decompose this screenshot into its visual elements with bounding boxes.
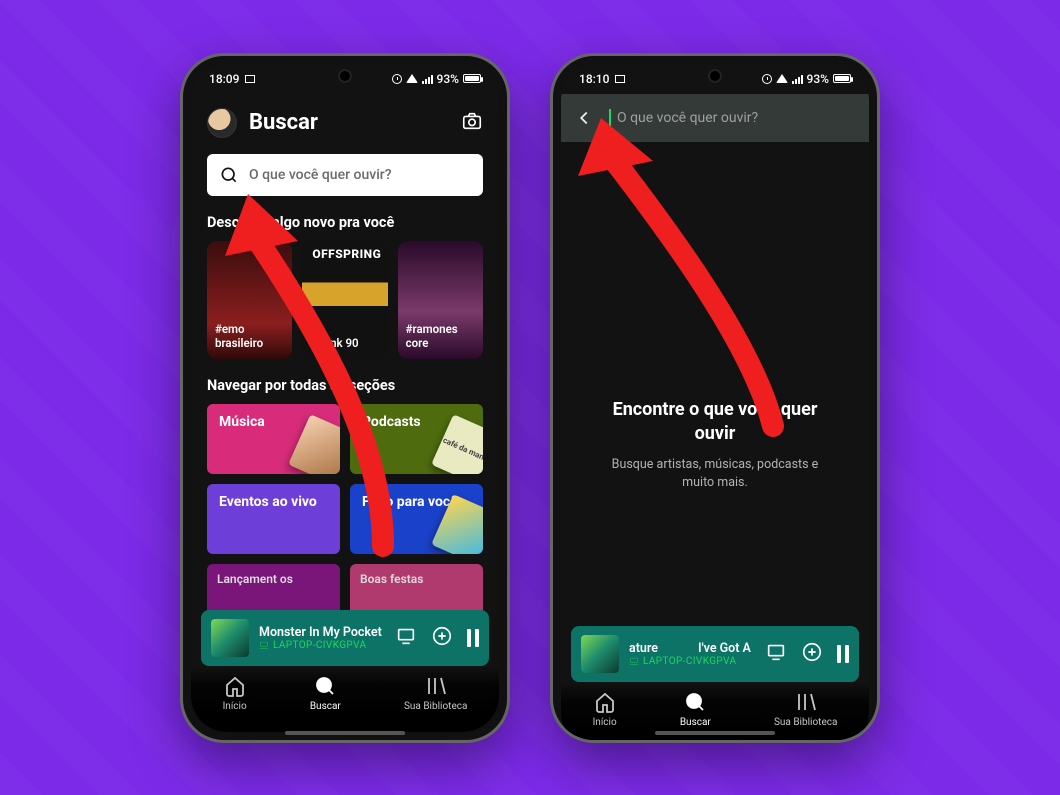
status-time: 18:10 [579,72,609,86]
nav-search[interactable]: Buscar [680,690,711,728]
connect-devices-button[interactable] [765,641,787,667]
nav-home[interactable]: Início [593,690,617,728]
gesture-bar [285,731,405,735]
battery-icon [463,74,481,83]
camera-hole [710,71,720,81]
now-playing-art [581,635,619,673]
nav-search[interactable]: Buscar [310,674,341,712]
empty-subtitle: Busque artistas, músicas, podcasts e mui… [601,456,829,491]
screenshot-icon [245,75,255,83]
add-to-playlist-button[interactable] [431,625,453,651]
bottom-nav: Início Buscar Sua Biblioteca [191,666,499,732]
nav-library[interactable]: Sua Biblioteca [404,674,467,712]
camera-hole [340,71,350,81]
back-icon[interactable] [573,107,595,129]
now-playing-track: Monster In My Pocket [259,625,385,640]
screenshot-icon [615,75,625,83]
now-playing-bar[interactable]: atureI've Got A LAPTOP-CIVKGPVA [571,626,859,682]
category-thumb [288,414,340,474]
connect-devices-button[interactable] [395,625,417,651]
battery-pct: 93% [807,72,829,86]
discover-card[interactable]: #ramones core [398,241,483,359]
signal-icon [422,74,433,84]
category-made-for-you[interactable]: Feito para você [350,484,483,554]
device-icon [259,640,269,650]
alarm-icon [762,74,772,84]
discover-card[interactable]: #emo brasileiro [207,241,292,359]
phone-right: 18:10 93% O que você quer ouvir? [550,53,880,743]
category-podcasts[interactable]: Podcastscafé da manhã [350,404,483,474]
category-grid: Música Podcastscafé da manhã Eventos ao … [191,404,499,564]
device-icon [629,656,639,666]
now-playing-device: LAPTOP-CIVKGPVA [273,640,366,651]
page-title: Buscar [249,110,449,135]
discover-card[interactable]: OFFSPRING#punk 90 [302,241,387,359]
discover-row: #emo brasileiro OFFSPRING#punk 90 #ramon… [191,241,499,373]
now-playing-art [211,619,249,657]
now-playing-track: atureI've Got A [629,641,755,656]
category-music[interactable]: Música [207,404,340,474]
search-input[interactable]: O que você quer ouvir? [207,154,483,196]
text-cursor [609,109,611,127]
nav-library[interactable]: Sua Biblioteca [774,690,837,728]
empty-title: Encontre o que você quer ouvir [601,398,829,447]
search-active-bar[interactable]: O que você quer ouvir? [561,94,869,142]
status-time: 18:09 [209,72,239,86]
phone-left: 18:09 93% Buscar [180,53,510,743]
pause-button[interactable] [837,645,849,663]
gesture-bar [655,731,775,735]
add-to-playlist-button[interactable] [801,641,823,667]
browse-heading: Navegar por todas as seções [207,377,483,394]
search-placeholder: O que você quer ouvir? [617,110,758,126]
wifi-icon [776,74,788,83]
pause-button[interactable] [467,629,479,647]
search-icon [219,165,239,185]
search-placeholder: O que você quer ouvir? [249,167,392,183]
wifi-icon [406,74,418,83]
battery-icon [833,74,851,83]
alarm-icon [392,74,402,84]
category-thumb: café da manhã [431,414,483,474]
now-playing-device: LAPTOP-CIVKGPVA [643,656,736,667]
search-header: Buscar [191,94,499,148]
battery-pct: 93% [437,72,459,86]
camera-button[interactable] [461,110,483,136]
nav-home[interactable]: Início [223,674,247,712]
discover-heading: Descubra algo novo pra você [207,214,483,231]
avatar[interactable] [207,108,237,138]
category-live[interactable]: Eventos ao vivo [207,484,340,554]
signal-icon [792,74,803,84]
now-playing-bar[interactable]: Monster In My Pocket LAPTOP-CIVKGPVA [201,610,489,666]
